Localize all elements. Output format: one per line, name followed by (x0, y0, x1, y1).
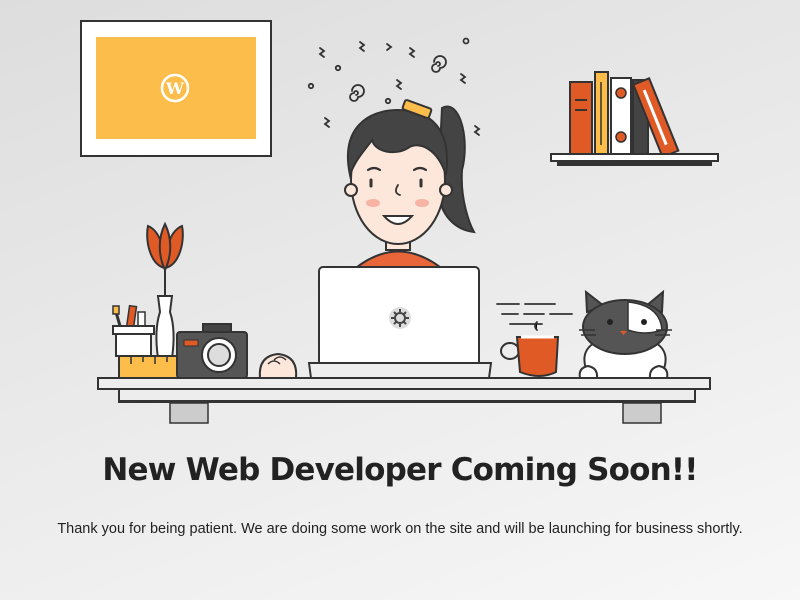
status-message: Thank you for being patient. We are doin… (57, 521, 743, 537)
developer-character (344, 99, 476, 268)
desk (97, 377, 711, 424)
page-heading: New Web Developer Coming Soon!! (102, 452, 698, 488)
cat (578, 289, 672, 379)
coming-soon-illustration: W (80, 20, 719, 424)
coffee-mug (500, 335, 560, 377)
steam (496, 303, 573, 331)
gear-icon (389, 307, 411, 329)
svg-text:W: W (165, 79, 185, 98)
pencil-cup (112, 304, 155, 357)
wall-frame: W (80, 20, 272, 157)
camera (176, 323, 248, 379)
mouse (258, 352, 298, 379)
bookshelf (550, 71, 719, 166)
laptop (307, 266, 493, 379)
